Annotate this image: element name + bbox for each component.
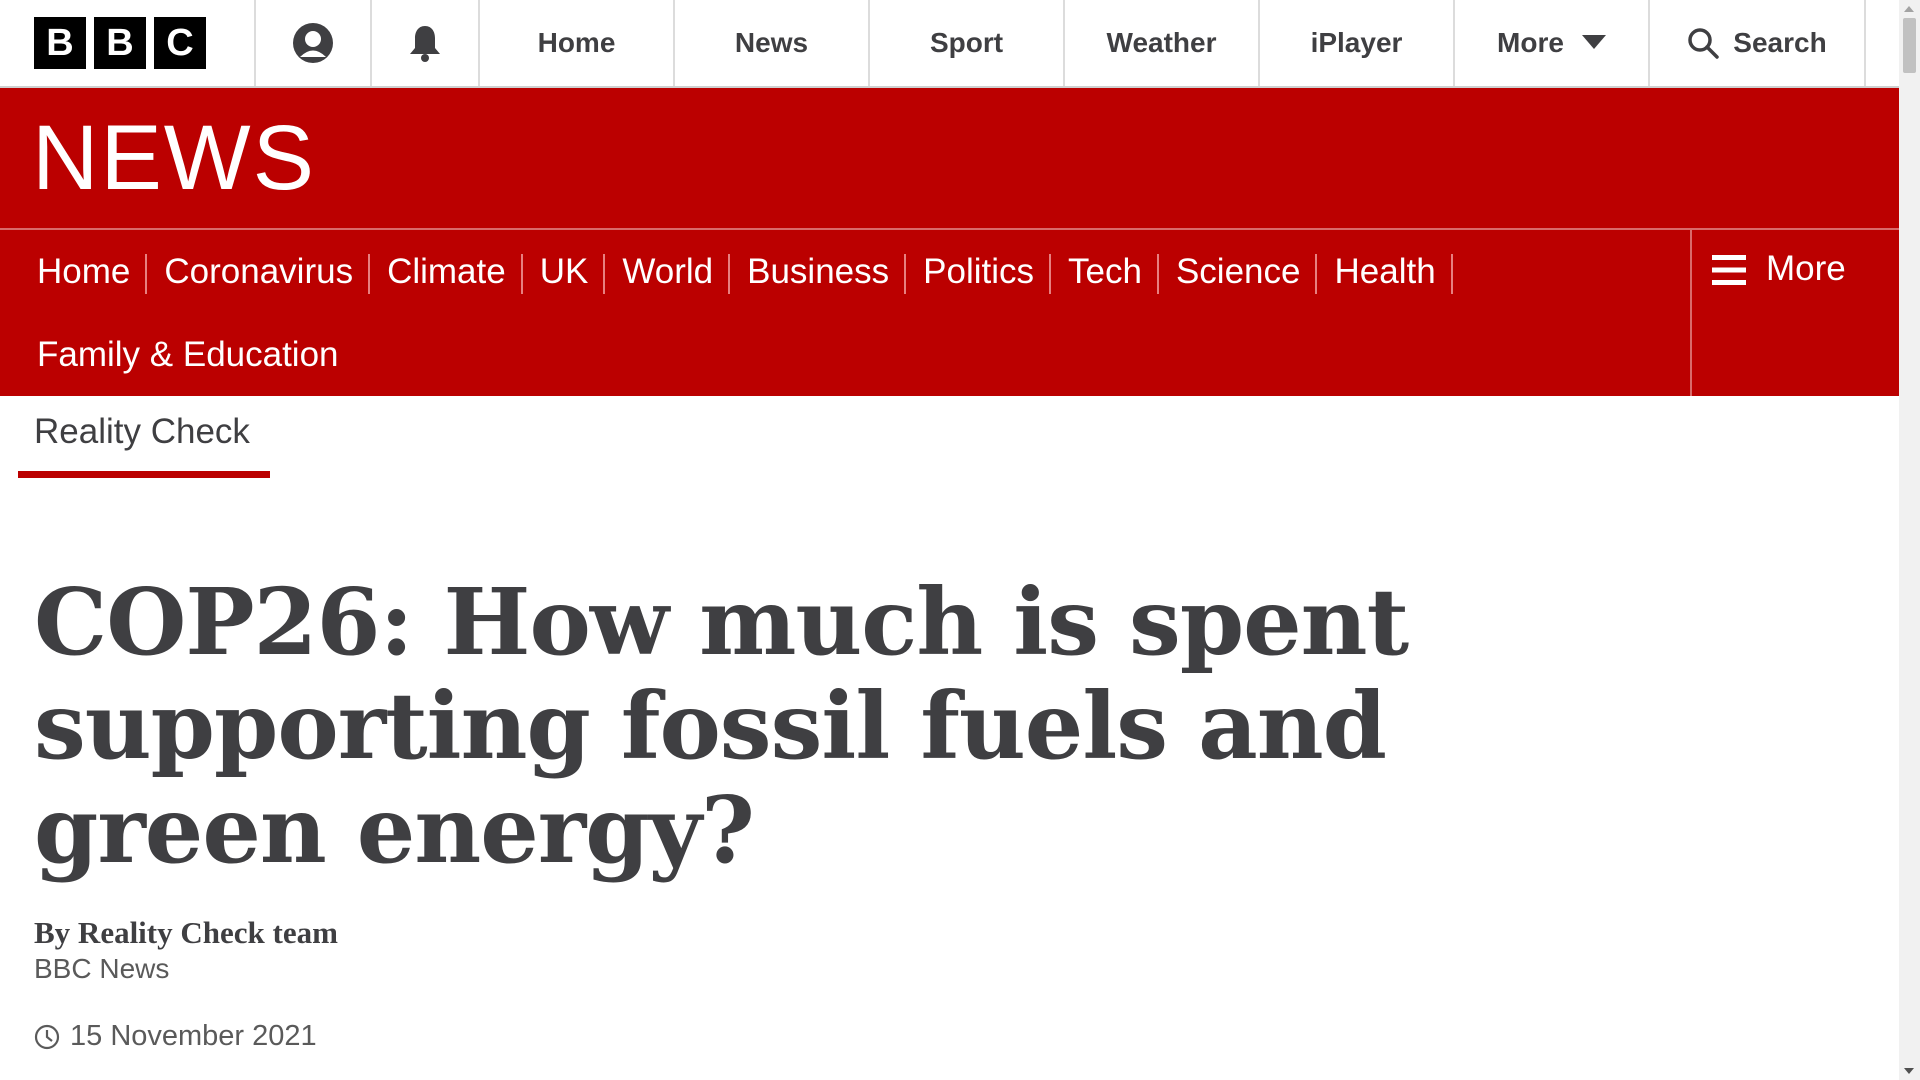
account-button[interactable] [256,0,372,86]
masthead-nav-news[interactable]: News [675,0,870,86]
section-item-science[interactable]: Science [1159,244,1318,300]
masthead-nav-label: Home [537,27,616,58]
article-date: 15 November 2021 [34,1020,317,1053]
subnav-reality-check[interactable]: Reality Check [18,412,270,478]
scroll-up-arrow-icon[interactable] [1904,6,1914,12]
masthead-more-label: More [1497,27,1564,58]
article-source: BBC News [34,953,170,984]
vertical-scrollbar[interactable] [1899,0,1920,1080]
masthead-nav-iplayer[interactable]: iPlayer [1260,0,1455,86]
bbc-logo-letter: C [154,17,206,69]
search-icon [1688,28,1720,59]
article-byline: By Reality Check team [34,915,338,950]
masthead-nav-label: Sport [929,27,1004,58]
masthead-more-button[interactable]: More [1455,0,1650,86]
masthead-nav-home[interactable]: Home [480,0,675,86]
section-item-climate[interactable]: Climate [370,244,523,300]
section-item-coronavirus[interactable]: Coronavirus [147,244,370,300]
masthead-nav-sport[interactable]: Sport [870,0,1065,86]
section-more-button[interactable]: More [1690,230,1899,396]
section-item-world[interactable]: World [605,244,730,300]
news-header: NEWS [0,88,1899,230]
article-headline: COP26: How much is spent supporting foss… [34,568,1409,884]
bell-icon [410,26,440,62]
masthead-nav-weather[interactable]: Weather [1065,0,1260,86]
section-item-business[interactable]: Business [730,244,907,300]
clock-icon [34,1024,60,1049]
section-more-label: More [1766,249,1846,288]
search-label: Search [1733,27,1827,58]
scrollbar-thumb[interactable] [1903,18,1916,73]
notifications-button[interactable] [372,0,480,86]
section-item-uk[interactable]: UK [523,244,606,300]
masthead-nav-label: News [734,27,809,58]
scroll-down-arrow-icon[interactable] [1904,1068,1914,1074]
section-item-health[interactable]: Health [1317,244,1453,300]
masthead-nav-label: Weather [1106,27,1217,58]
section-item-home[interactable]: Home [20,244,148,300]
section-list: Home Coronavirus Climate UK World Busine… [20,244,1480,410]
account-icon [293,23,333,63]
hamburger-menu-icon [1712,255,1746,285]
masthead-nav-label: iPlayer [1310,27,1403,58]
news-logo[interactable]: NEWS [32,108,316,208]
search-button[interactable]: Search [1650,0,1866,86]
article-date-text: 15 November 2021 [70,1020,317,1052]
bbc-logo-letter: B [34,17,86,69]
section-item-family-education[interactable]: Family & Education [20,327,356,383]
bbc-logo[interactable]: B B C [0,0,256,86]
bbc-logo-letter: B [94,17,146,69]
caret-down-icon [1581,35,1606,49]
section-item-politics[interactable]: Politics [906,244,1051,300]
section-nav: Home Coronavirus Climate UK World Busine… [0,230,1899,396]
section-item-tech[interactable]: Tech [1051,244,1159,300]
bbc-masthead: B B C Home News Sport Weather iPlayer Mo… [0,0,1899,88]
